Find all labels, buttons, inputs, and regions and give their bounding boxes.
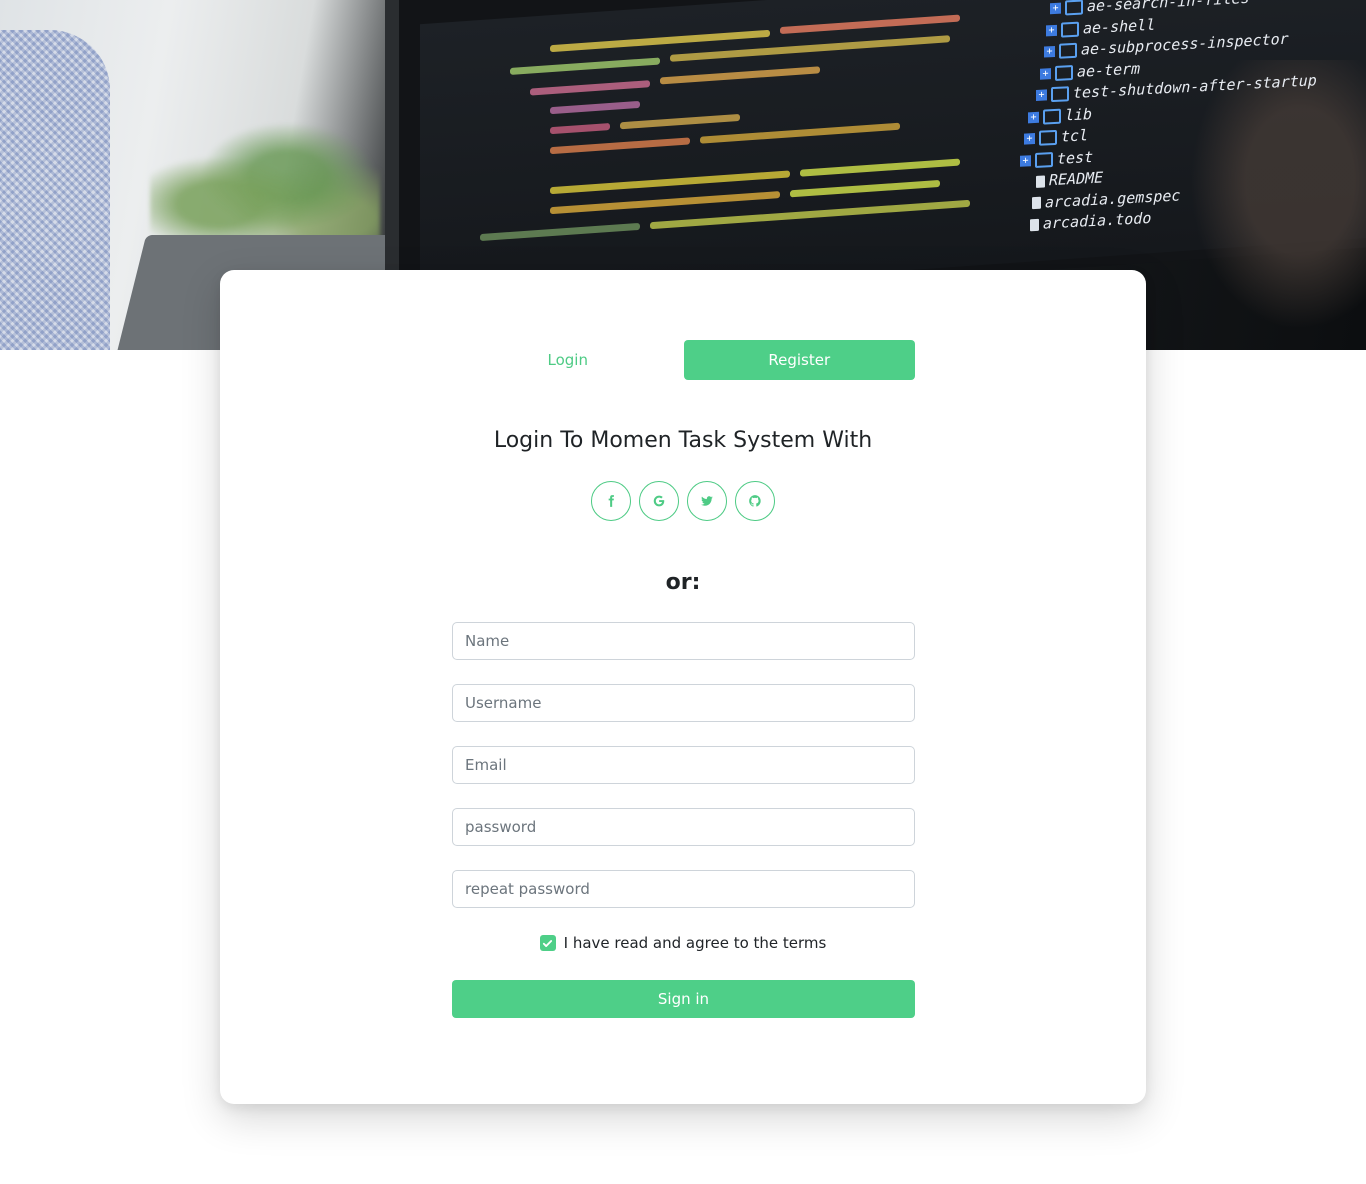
- file-tree-label: test: [1057, 147, 1094, 168]
- folder-icon: [1051, 86, 1069, 103]
- google-icon: [653, 495, 665, 507]
- folder-icon: [1035, 151, 1053, 168]
- file-icon: [1030, 218, 1039, 232]
- twitter-icon: [701, 496, 713, 506]
- folder-icon: [1039, 130, 1057, 147]
- github-icon: [749, 495, 761, 507]
- twitter-login-button[interactable]: [687, 481, 727, 521]
- username-field[interactable]: [452, 684, 915, 722]
- name-field[interactable]: [452, 622, 915, 660]
- github-login-button[interactable]: [735, 481, 775, 521]
- auth-card: Login Register Login To Momen Task Syste…: [220, 270, 1146, 1104]
- tab-register[interactable]: Register: [683, 340, 915, 380]
- folder-icon: [1061, 21, 1079, 38]
- terms-row: I have read and agree to the terms: [220, 934, 1146, 952]
- expand-icon: +: [1044, 46, 1055, 58]
- expand-icon: +: [1024, 133, 1035, 145]
- file-tree-label: lib: [1065, 104, 1093, 124]
- person-shirt: [0, 30, 110, 350]
- repeat-password-field[interactable]: [452, 870, 915, 908]
- tab-login[interactable]: Login: [452, 340, 684, 380]
- folder-icon: [1055, 64, 1073, 81]
- folder-icon: [1059, 43, 1077, 59]
- file-tree-label: tcl: [1061, 126, 1089, 146]
- expand-icon: +: [1050, 2, 1061, 15]
- file-tree-label: README: [1049, 168, 1104, 190]
- or-divider-label: or:: [665, 570, 701, 595]
- expand-icon: +: [1020, 154, 1031, 167]
- check-icon: [543, 939, 553, 947]
- facebook-icon: [608, 495, 614, 507]
- folder-icon: [1065, 0, 1083, 16]
- file-tree: + ae-search-in-files + ae-shell + ae-subproce…: [1020, 0, 1317, 236]
- expand-icon: +: [1036, 89, 1047, 102]
- expand-icon: +: [1046, 24, 1057, 37]
- terms-checkbox[interactable]: [539, 935, 556, 951]
- file-icon: [1032, 196, 1041, 210]
- sign-in-button[interactable]: Sign in: [452, 980, 915, 1018]
- page-title: Login To Momen Task System With: [493, 428, 873, 453]
- social-login-buttons: [591, 481, 775, 521]
- expand-icon: +: [1040, 67, 1051, 80]
- facebook-login-button[interactable]: [591, 481, 631, 521]
- email-field[interactable]: [452, 746, 915, 784]
- expand-icon: +: [1028, 111, 1039, 124]
- password-field[interactable]: [452, 808, 915, 846]
- terms-label[interactable]: I have read and agree to the terms: [564, 934, 827, 952]
- google-login-button[interactable]: [639, 481, 679, 521]
- file-icon: [1036, 175, 1045, 188]
- auth-tabs: Login Register: [452, 340, 915, 380]
- folder-icon: [1043, 108, 1061, 125]
